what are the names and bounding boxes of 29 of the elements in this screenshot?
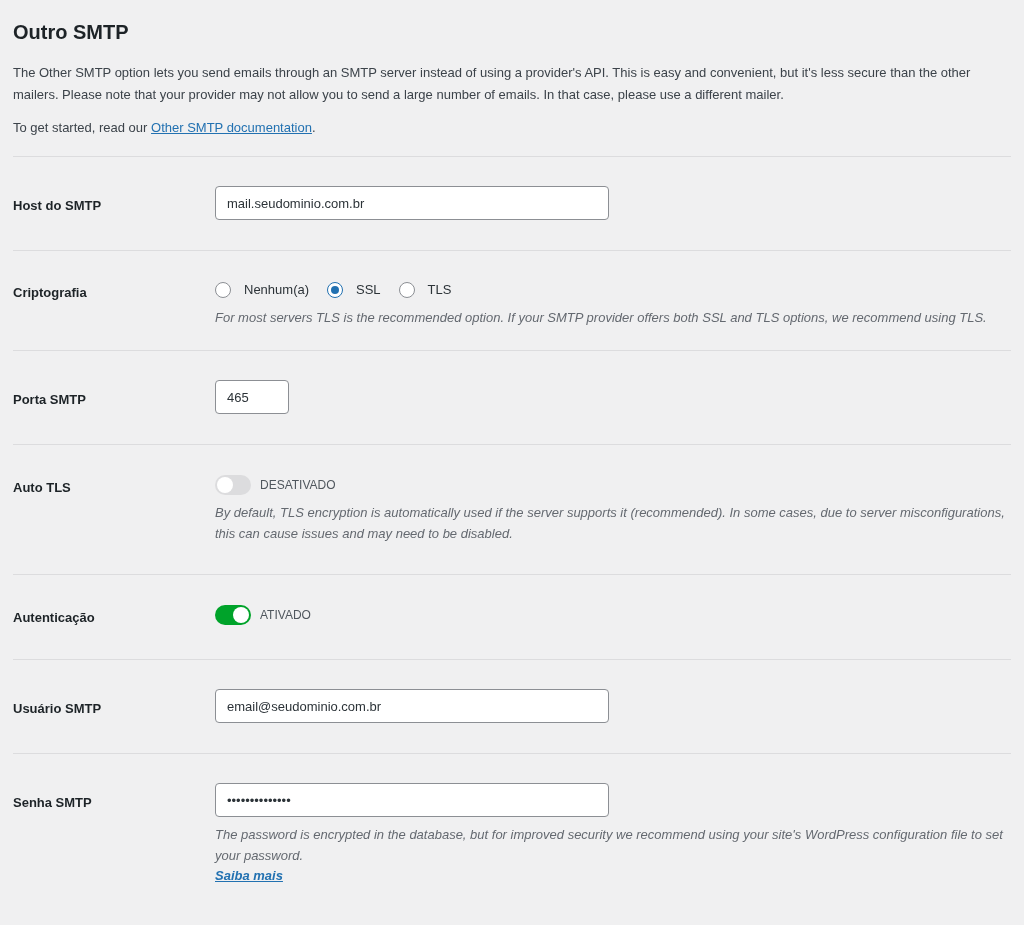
radio-button[interactable] <box>398 282 415 298</box>
toggle-switch[interactable] <box>215 605 251 625</box>
field-label: Host do SMTP <box>13 198 102 213</box>
section-title: Outro SMTP <box>13 20 130 45</box>
intro-text: The Other SMTP option lets you send emails through an SMTP server instead of using a provider's API. This is easy and convenient, but it's less secure than the other mailers. Please note that your provider may not allow you to send a large number of emails. In that case, please use a different mailer. <box>13 64 972 104</box>
field-label: Auto TLS <box>13 480 71 495</box>
toggle-switch[interactable] <box>215 475 251 495</box>
text-field[interactable]: email@seudominio.com.br <box>215 689 609 723</box>
radio-button[interactable] <box>327 282 344 298</box>
field-label: Usuário SMTP <box>13 701 102 716</box>
help-text: For most servers TLS is the recommended option. If your SMTP provider offers both SSL and TLS options, we recommend using TLS. <box>215 309 987 327</box>
toggle-state-label: DESATIVADO <box>260 477 336 494</box>
help-text: By default, TLS encryption is automatically used if the server supports it (recommended). In some cases, due to server misconfigurations, this can cause issues and may need to be disabled. <box>215 504 1006 543</box>
field-label: Senha SMTP <box>13 795 92 810</box>
field-label: Autenticação <box>13 610 95 625</box>
radio-label: SSL <box>356 281 381 300</box>
help-text: The password is encrypted in the database, but for improved security we recommend using your site's WordPress configuration file to set your password. <box>215 826 1005 865</box>
radio-button[interactable] <box>215 282 231 298</box>
radio-label: TLS <box>427 281 452 300</box>
field-label: Criptografia <box>13 285 87 300</box>
text-field[interactable]: 465 <box>215 380 289 414</box>
learn-more-link[interactable]: Saiba mais <box>215 866 283 886</box>
text-field[interactable]: •••••••••••••• <box>215 783 609 817</box>
documentation-link[interactable]: Other SMTP documentation <box>151 120 312 135</box>
radio-label: Nenhum(a) <box>244 281 310 300</box>
docs-text: To get started, read our Other SMTP documentation. <box>13 119 317 137</box>
toggle-state-label: ATIVADO <box>260 607 311 624</box>
text-field[interactable]: mail.seudominio.com.br <box>215 186 609 220</box>
field-label: Porta SMTP <box>13 392 86 407</box>
